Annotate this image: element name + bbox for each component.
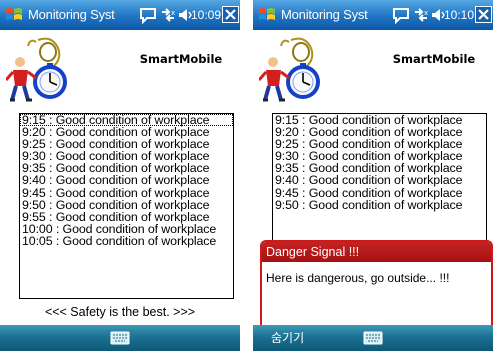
log-entry[interactable]: 9:50 : Good condition of workplace xyxy=(20,198,233,210)
log-entry[interactable]: 9:50 : Good condition of workplace xyxy=(273,198,486,210)
phone-screen-right: Monitoring Syst x 10:10 SmartMobile 9:15… xyxy=(253,0,493,351)
safety-slogan: <<< Safety is the best. >>> xyxy=(44,305,196,319)
log-entry[interactable]: 10:05 : Good condition of workplace xyxy=(20,235,233,247)
log-entry[interactable]: 9:40 : Good condition of workplace xyxy=(20,174,233,186)
phone-screen-left: Monitoring Syst x 10:09 SmartMobile 9:15… xyxy=(0,0,240,351)
close-icon xyxy=(478,9,489,20)
window-title: Monitoring Syst xyxy=(28,7,115,22)
keyboard-icon[interactable] xyxy=(110,331,130,345)
window-title: Monitoring Syst xyxy=(281,7,368,22)
worker-with-stopwatch-icon xyxy=(6,37,67,102)
close-button[interactable] xyxy=(222,6,239,23)
hide-softkey[interactable]: 숨기기 xyxy=(271,330,304,346)
speech-bubble-icon[interactable] xyxy=(139,6,157,24)
clock[interactable]: 10:09 xyxy=(191,7,221,23)
status-log-list[interactable]: 9:15 : Good condition of workplace 9:20 :… xyxy=(19,113,234,299)
clock[interactable]: 10:10 xyxy=(444,7,474,23)
brand-label: SmartMobile xyxy=(139,52,223,66)
svg-text:x: x xyxy=(424,9,428,17)
soft-key-bar xyxy=(0,325,240,351)
svg-text:x: x xyxy=(171,9,175,17)
windows-flag-icon[interactable] xyxy=(4,5,24,25)
speech-bubble-icon[interactable] xyxy=(392,6,410,24)
close-button[interactable] xyxy=(475,6,492,23)
log-entry[interactable]: 9:45 : Good condition of workplace xyxy=(20,186,233,198)
popup-title: Danger Signal !!! xyxy=(262,242,491,262)
brand-label: SmartMobile xyxy=(392,52,476,66)
soft-key-bar: 숨기기 xyxy=(253,325,493,351)
windows-flag-icon[interactable] xyxy=(257,5,277,25)
log-entry[interactable]: 9:40 : Good condition of workplace xyxy=(273,174,486,186)
log-entry[interactable]: 9:45 : Good condition of workplace xyxy=(273,186,486,198)
danger-signal-popup[interactable]: Danger Signal !!! Here is dangerous, go … xyxy=(260,240,493,330)
title-bar: Monitoring Syst x 10:09 xyxy=(0,0,240,30)
worker-with-stopwatch-icon xyxy=(259,37,320,102)
popup-message: Here is dangerous, go outside... !!! xyxy=(266,271,450,285)
keyboard-icon[interactable] xyxy=(363,331,383,345)
speaker-icon[interactable] xyxy=(431,6,445,24)
network-arrows-icon[interactable]: x xyxy=(413,6,429,24)
close-icon xyxy=(225,9,236,20)
speaker-icon[interactable] xyxy=(178,6,192,24)
network-arrows-icon[interactable]: x xyxy=(160,6,176,24)
title-bar: Monitoring Syst x 10:10 xyxy=(253,0,493,30)
